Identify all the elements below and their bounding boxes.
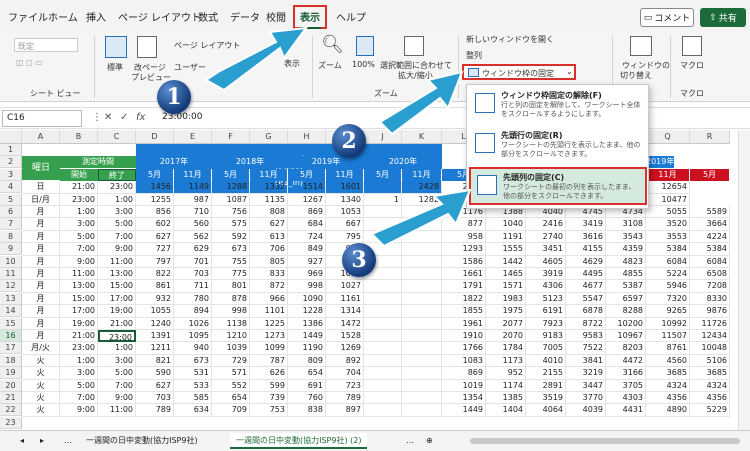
- step-1-badge: 1: [157, 80, 191, 114]
- sheet-tab-bar: ◂ ▸ … 一週間の日中変動(協力ISP9社) 一週間の日中変動(協力ISP9社…: [0, 430, 750, 451]
- horizontal-scrollbar[interactable]: [470, 438, 740, 444]
- more-sheets-icon[interactable]: …: [58, 433, 78, 449]
- prev-sheet-icon[interactable]: ◂: [14, 433, 30, 449]
- arrow-3: [370, 188, 472, 248]
- more-sheets-right-icon[interactable]: …: [400, 433, 420, 449]
- sheet-tab-1[interactable]: 一週間の日中変動(協力ISP9社): [80, 433, 204, 449]
- step-3-badge: 3: [342, 243, 376, 277]
- sheet-tab-2[interactable]: 一週間の日中変動(協力ISP9社) (2): [230, 433, 368, 449]
- next-sheet-icon[interactable]: ▸: [34, 433, 50, 449]
- arrow-1: [204, 26, 309, 92]
- arrow-2: [378, 70, 464, 136]
- add-sheet-icon[interactable]: ⊕: [420, 433, 439, 449]
- annotation-arrows: [204, 26, 472, 248]
- step-2-badge: 2: [332, 124, 366, 158]
